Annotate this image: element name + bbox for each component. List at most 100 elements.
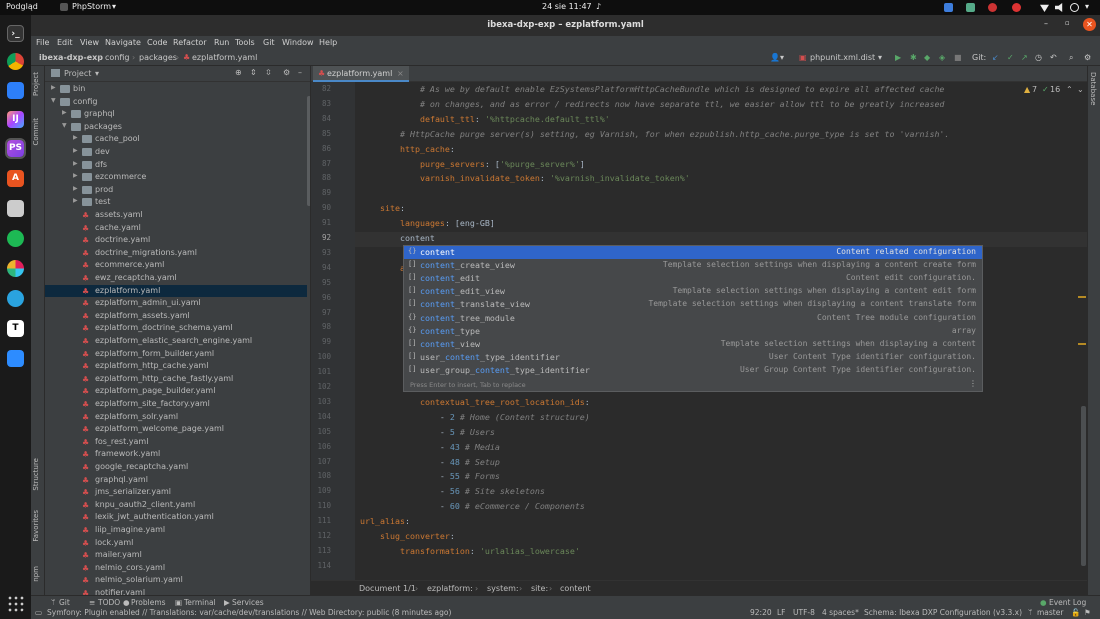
tree-file[interactable]: ♣ nelmio_cors.yaml: [45, 562, 307, 575]
tree-file[interactable]: ♣ cache.yaml: [45, 222, 307, 235]
tool-terminal[interactable]: Terminal: [184, 598, 216, 607]
chevron-right-icon[interactable]: ▶: [62, 109, 67, 116]
completion-item[interactable]: [] content_create_view Template selection …: [404, 259, 982, 272]
tree-folder[interactable]: ▶ dev: [45, 146, 307, 159]
menu-edit[interactable]: Edit: [57, 38, 73, 47]
code-line[interactable]: # As we by default enable EzSystemsPlatf…: [360, 84, 945, 94]
error-stripe-mark[interactable]: [1078, 343, 1086, 345]
tree-file[interactable]: ♣ ezplatform_http_cache_fastly.yaml: [45, 373, 307, 386]
code-line[interactable]: transformation: 'urlalias_lowercase': [360, 546, 580, 556]
volume-icon[interactable]: [1055, 3, 1063, 12]
tree-file[interactable]: ♣ ezplatform_welcome_page.yaml: [45, 423, 307, 436]
breadcrumb-file[interactable]: ezplatform.yaml: [192, 53, 257, 62]
tree-folder[interactable]: ▶ bin: [45, 83, 307, 96]
git-commit-icon[interactable]: ✓: [1007, 53, 1014, 62]
menu-tools[interactable]: Tools: [235, 38, 255, 47]
completion-item[interactable]: [] content_edit Content edit configuration…: [404, 272, 982, 285]
minimize-icon[interactable]: –: [1044, 19, 1048, 28]
git-push-icon[interactable]: ↗: [1021, 53, 1028, 62]
completion-item[interactable]: {} content_tree_module Content Tree module…: [404, 312, 982, 325]
tree-file[interactable]: ♣ ezplatform_form_builder.yaml: [45, 348, 307, 361]
completion-item[interactable]: [] content_translate_view Template selecti…: [404, 298, 982, 311]
chevron-up-icon[interactable]: ⌃: [1066, 85, 1073, 94]
breadcrumb-site[interactable]: site:: [531, 584, 548, 593]
menu-git[interactable]: Git: [263, 38, 275, 47]
menu-navigate[interactable]: Navigate: [105, 38, 141, 47]
menu-window[interactable]: Window: [282, 38, 314, 47]
stop-icon[interactable]: ■: [954, 53, 962, 62]
files-icon[interactable]: [7, 200, 24, 217]
close-icon[interactable]: ✕: [1083, 18, 1096, 31]
tree-file[interactable]: ♣ ezplatform_admin_ui.yaml: [45, 297, 307, 310]
tab-ezplatform-yaml[interactable]: ♣ ezplatform.yaml ×: [313, 66, 409, 82]
user-icon[interactable]: 👤▾: [770, 53, 784, 62]
breadcrumb-config[interactable]: config: [105, 53, 129, 62]
menu-run[interactable]: Run: [214, 38, 229, 47]
lock-icon[interactable]: 🔓: [1071, 608, 1080, 617]
tree-file[interactable]: ♣ nelmio_solarium.yaml: [45, 574, 307, 587]
chrome-icon[interactable]: [7, 53, 24, 70]
tool-window-favorites[interactable]: Favorites: [32, 510, 40, 542]
file-encoding[interactable]: UTF-8: [793, 608, 815, 617]
close-tab-icon[interactable]: ×: [397, 69, 404, 78]
chevron-down-icon[interactable]: ⌄: [1077, 85, 1084, 94]
chevron-down-icon[interactable]: ▾: [95, 69, 99, 78]
tree-folder[interactable]: ▶ prod: [45, 184, 307, 197]
breadcrumb-ezplatform[interactable]: ezplatform:: [427, 584, 473, 593]
terminal-icon[interactable]: ›_: [7, 25, 24, 42]
tree-file[interactable]: ♣ doctrine.yaml: [45, 234, 307, 247]
code-line[interactable]: # HttpCache purge server(s) setting, eg …: [360, 129, 949, 139]
chevron-right-icon[interactable]: ▶: [73, 147, 78, 154]
code-line[interactable]: default_ttl: '%httpcache.default_ttl%': [360, 114, 610, 124]
wifi-icon[interactable]: [1040, 4, 1049, 12]
maximize-icon[interactable]: ▫: [1065, 19, 1070, 27]
completion-item[interactable]: [] user_content_type_identifier User Conte…: [404, 351, 982, 364]
more-options-icon[interactable]: ⋮: [969, 379, 977, 388]
chevron-right-icon[interactable]: ▶: [51, 84, 56, 91]
tree-file[interactable]: ♣ ezplatform_http_cache.yaml: [45, 360, 307, 373]
power-icon[interactable]: [1070, 3, 1079, 12]
tree-folder[interactable]: ▶ ezcommerce: [45, 171, 307, 184]
code-line[interactable]: - 55 # Forms: [360, 471, 500, 481]
notifications-icon[interactable]: ⚑: [1084, 608, 1091, 617]
tree-file[interactable]: ♣ ezplatform_page_builder.yaml: [45, 385, 307, 398]
project-view-select[interactable]: Project: [64, 69, 91, 78]
tray-stop-icon[interactable]: [1012, 3, 1021, 12]
chevron-right-icon[interactable]: ▶: [73, 160, 78, 167]
error-stripe-mark[interactable]: [1078, 296, 1086, 298]
menu-file[interactable]: File: [36, 38, 49, 47]
locate-icon[interactable]: ⊕: [235, 68, 242, 77]
slack-icon[interactable]: [7, 260, 24, 277]
app-icon[interactable]: [7, 82, 24, 99]
tree-file[interactable]: ♣ ezplatform_assets.yaml: [45, 310, 307, 323]
code-line[interactable]: - 60 # eCommerce / Components: [360, 501, 585, 511]
run-icon[interactable]: ▶: [895, 53, 901, 62]
git-update-icon[interactable]: ↙: [992, 53, 999, 62]
tree-folder[interactable]: ▶ test: [45, 196, 307, 209]
show-apps-icon[interactable]: [7, 595, 24, 612]
code-line[interactable]: languages: [eng-GB]: [360, 218, 495, 228]
code-line[interactable]: - 43 # Media: [360, 442, 500, 452]
software-center-icon[interactable]: A: [7, 170, 24, 187]
tree-file[interactable]: ♣ lexik_jwt_authentication.yaml: [45, 511, 307, 524]
breadcrumb-packages[interactable]: packages: [139, 53, 177, 62]
code-line[interactable]: purge_servers: ['%purge_server%']: [360, 159, 585, 169]
debug-icon[interactable]: ✱: [910, 53, 917, 62]
tree-file[interactable]: ♣ liip_imagine.yaml: [45, 524, 307, 537]
telegram-icon[interactable]: [7, 290, 24, 307]
completion-item[interactable]: [] content_view Template selection setting…: [404, 338, 982, 351]
tool-window-structure[interactable]: Structure: [32, 458, 40, 491]
rollback-icon[interactable]: ↶: [1050, 53, 1057, 62]
breadcrumb-document[interactable]: Document 1/1: [359, 584, 416, 593]
status-message[interactable]: Symfony: Plugin enabled // Translations:…: [47, 608, 451, 617]
expand-all-icon[interactable]: ⇕: [250, 68, 257, 77]
tree-file[interactable]: ♣ assets.yaml: [45, 209, 307, 222]
active-app-menu[interactable]: PhpStorm: [72, 2, 111, 11]
run-config-select[interactable]: phpunit.xml.dist: [810, 53, 875, 62]
code-line[interactable]: - 5 # Users: [360, 427, 495, 437]
chevron-right-icon[interactable]: ▶: [73, 197, 78, 204]
code-line[interactable]: - 48 # Setup: [360, 457, 500, 467]
code-line[interactable]: http_cache:: [360, 144, 455, 154]
code-line[interactable]: site:: [360, 203, 405, 213]
menu-view[interactable]: View: [80, 38, 99, 47]
